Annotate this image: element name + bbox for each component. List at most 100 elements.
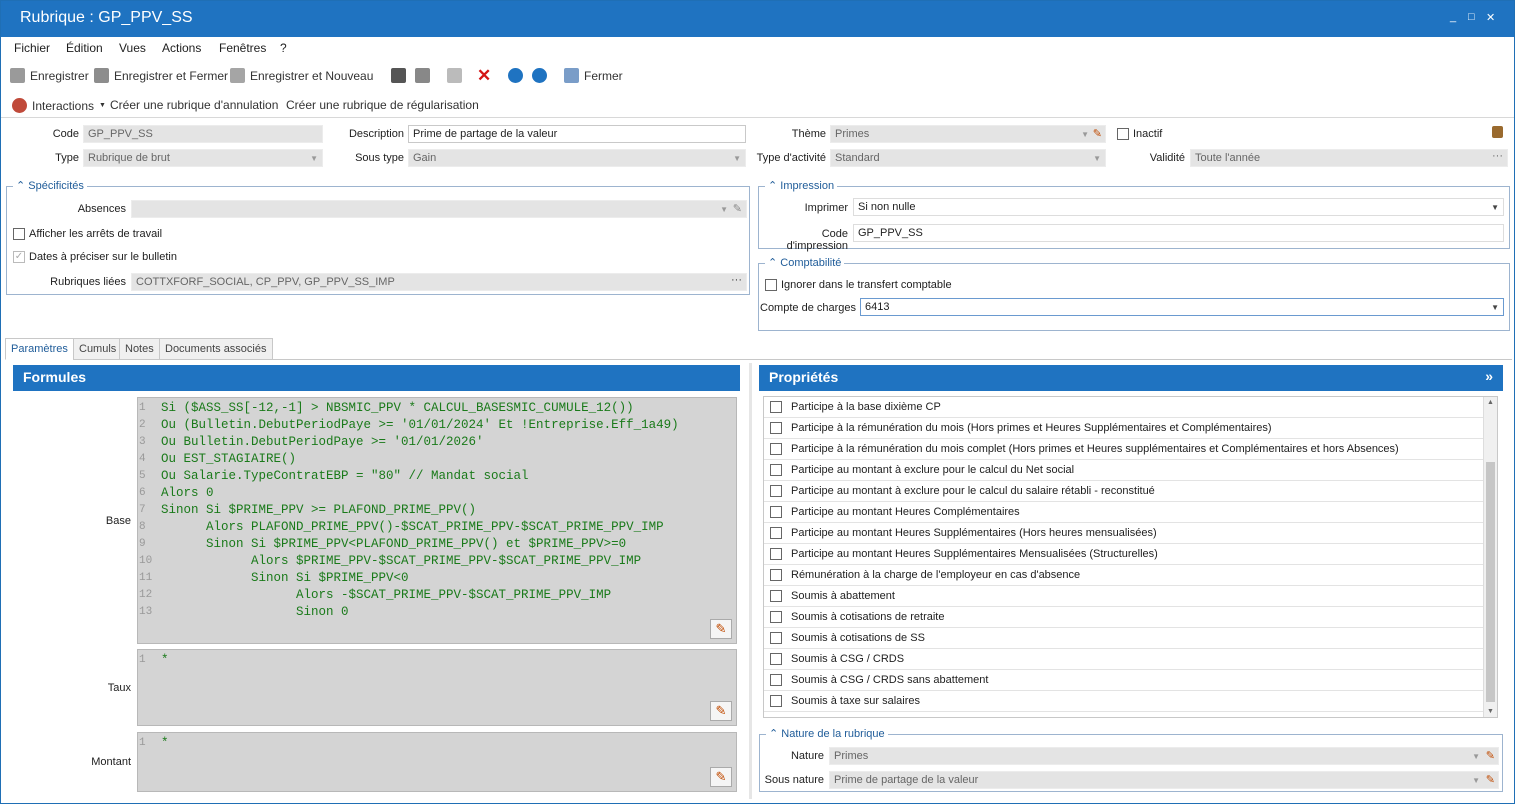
- inactive-checkbox[interactable]: [1117, 128, 1129, 140]
- next-button[interactable]: [532, 68, 547, 83]
- code-field[interactable]: GP_PPV_SS: [83, 125, 323, 143]
- more-ellipsis-icon[interactable]: ···: [731, 274, 742, 286]
- account-label: Compte de charges: [760, 302, 856, 314]
- subtype-select[interactable]: Gain ▼: [408, 149, 746, 167]
- taux-label: Taux: [107, 682, 131, 694]
- menu-edition[interactable]: Édition: [66, 41, 103, 55]
- validity-field[interactable]: Toute l'année ···: [1190, 149, 1508, 167]
- absences-select[interactable]: ▼ ✎: [131, 200, 747, 218]
- minimize-button[interactable]: _: [1450, 11, 1456, 23]
- dates-bulletin-checkbox[interactable]: ✓: [13, 251, 25, 263]
- create-regul-rubric-button[interactable]: Créer une rubrique de régularisation: [286, 98, 479, 112]
- description-label: Description: [348, 128, 404, 140]
- close-form-icon: [564, 68, 579, 83]
- properties-list: Participe à la base dixième CP Participe …: [763, 396, 1498, 718]
- property-checkbox[interactable]: [770, 611, 782, 623]
- tab-cumuls[interactable]: Cumuls: [73, 338, 123, 360]
- tab-documents[interactable]: Documents associés: [159, 338, 273, 360]
- print-select[interactable]: Si non nulle ▼: [853, 198, 1504, 216]
- create-cancel-rubric-button[interactable]: Créer une rubrique d'annulation: [110, 98, 278, 112]
- property-checkbox[interactable]: [770, 506, 782, 518]
- formules-header: Formules: [13, 365, 740, 391]
- comptabilite-title[interactable]: ⌃ Comptabilité: [765, 257, 845, 269]
- close-window-button[interactable]: ✕: [1486, 11, 1495, 24]
- collapse-panel-icon[interactable]: »: [1485, 368, 1493, 384]
- save-close-button[interactable]: Enregistrer et Fermer: [94, 68, 228, 83]
- menu-fichier[interactable]: Fichier: [14, 41, 50, 55]
- nature-select[interactable]: Primes ▼ ✎: [829, 747, 1499, 765]
- save-icon: [10, 68, 25, 83]
- close-button[interactable]: Fermer: [564, 68, 623, 83]
- linked-rubrics-field[interactable]: COTTXFORF_SOCIAL, CP_PPV, GP_PPV_SS_IMP ·…: [131, 273, 747, 291]
- edit-pencil-icon[interactable]: ✎: [733, 202, 742, 215]
- subnature-select[interactable]: Prime de partage de la valeur ▼ ✎: [829, 771, 1499, 789]
- edit-pencil-icon[interactable]: ✎: [1486, 749, 1495, 762]
- code-text: Sinon 0: [161, 605, 349, 619]
- tab-notes[interactable]: Notes: [119, 338, 160, 360]
- impression-title[interactable]: ⌃ Impression: [765, 180, 838, 192]
- property-checkbox[interactable]: [770, 548, 782, 560]
- menu-actions[interactable]: Actions: [162, 41, 201, 55]
- chevron-down-icon: ▼: [1081, 130, 1089, 139]
- line-number: 8: [139, 521, 146, 533]
- edit-taux-pencil-icon[interactable]: ✎: [710, 701, 732, 721]
- save-new-icon: [230, 68, 245, 83]
- specificites-title[interactable]: ⌃ Spécificités: [13, 180, 87, 192]
- edit-pencil-icon[interactable]: ✎: [1093, 127, 1102, 140]
- print-code-input[interactable]: GP_PPV_SS: [853, 224, 1504, 242]
- activity-select[interactable]: Standard ▼: [830, 149, 1106, 167]
- account-select[interactable]: 6413 ▼: [860, 298, 1504, 316]
- properties-scrollbar[interactable]: ▲ ▼: [1483, 397, 1497, 717]
- theme-select[interactable]: Primes ▼ ✎: [830, 125, 1106, 143]
- montant-formula-editor[interactable]: 1 * ✎: [137, 732, 737, 792]
- show-stops-checkbox[interactable]: [13, 228, 25, 240]
- property-checkbox[interactable]: [770, 569, 782, 581]
- property-checkbox[interactable]: [770, 632, 782, 644]
- preview-button[interactable]: [415, 68, 430, 83]
- save-new-button[interactable]: Enregistrer et Nouveau: [230, 68, 373, 83]
- property-checkbox[interactable]: [770, 422, 782, 434]
- description-input[interactable]: Prime de partage de la valeur: [408, 125, 746, 143]
- property-checkbox[interactable]: [770, 674, 782, 686]
- scroll-down-icon[interactable]: ▼: [1487, 708, 1494, 715]
- menu-fenetres[interactable]: Fenêtres: [219, 41, 266, 55]
- panel-splitter[interactable]: [749, 363, 752, 799]
- delete-button[interactable]: ✕: [477, 67, 491, 84]
- print-button[interactable]: [391, 68, 406, 83]
- theme-label: Thème: [791, 128, 826, 140]
- property-label: Participe à la rémunération du mois comp…: [791, 443, 1399, 455]
- property-checkbox[interactable]: [770, 443, 782, 455]
- ignore-transfer-checkbox[interactable]: [765, 279, 777, 291]
- scroll-thumb[interactable]: [1486, 462, 1495, 702]
- interactions-button[interactable]: Interactions ▼: [12, 98, 106, 113]
- type-select[interactable]: Rubrique de brut ▼: [83, 149, 323, 167]
- taux-formula-editor[interactable]: 1 * ✎: [137, 649, 737, 726]
- nature-title[interactable]: ⌃ Nature de la rubrique: [766, 728, 888, 740]
- maximize-button[interactable]: □: [1468, 11, 1475, 23]
- property-checkbox[interactable]: [770, 695, 782, 707]
- save-button[interactable]: Enregistrer: [10, 68, 89, 83]
- property-checkbox[interactable]: [770, 401, 782, 413]
- property-row: Participe au montant à exclure pour le c…: [764, 460, 1484, 481]
- property-checkbox[interactable]: [770, 590, 782, 602]
- menu-vues[interactable]: Vues: [119, 41, 146, 55]
- property-checkbox[interactable]: [770, 653, 782, 665]
- property-checkbox[interactable]: [770, 527, 782, 539]
- montant-label: Montant: [91, 756, 131, 768]
- edit-base-pencil-icon[interactable]: ✎: [710, 619, 732, 639]
- previous-button[interactable]: [508, 68, 523, 83]
- more-ellipsis-icon[interactable]: ···: [1492, 150, 1503, 162]
- edit-pencil-icon[interactable]: ✎: [1486, 773, 1495, 786]
- tab-parametres[interactable]: Paramètres: [5, 338, 74, 360]
- copy-button[interactable]: [447, 68, 462, 83]
- line-number: 3: [139, 436, 146, 448]
- code-text: Si ($ASS_SS[-12,-1] > NBSMIC_PPV * CALCU…: [161, 401, 634, 415]
- property-checkbox[interactable]: [770, 485, 782, 497]
- scroll-up-icon[interactable]: ▲: [1487, 399, 1494, 406]
- edit-montant-pencil-icon[interactable]: ✎: [710, 767, 732, 787]
- property-label: Soumis à CSG / CRDS sans abattement: [791, 674, 989, 686]
- menu-help[interactable]: ?: [280, 41, 287, 55]
- property-checkbox[interactable]: [770, 464, 782, 476]
- base-formula-editor[interactable]: 1 Si ($ASS_SS[-12,-1] > NBSMIC_PPV * CALC…: [137, 397, 737, 644]
- code-text: Ou Salarie.TypeContratEBP = "80" // Mand…: [161, 469, 529, 483]
